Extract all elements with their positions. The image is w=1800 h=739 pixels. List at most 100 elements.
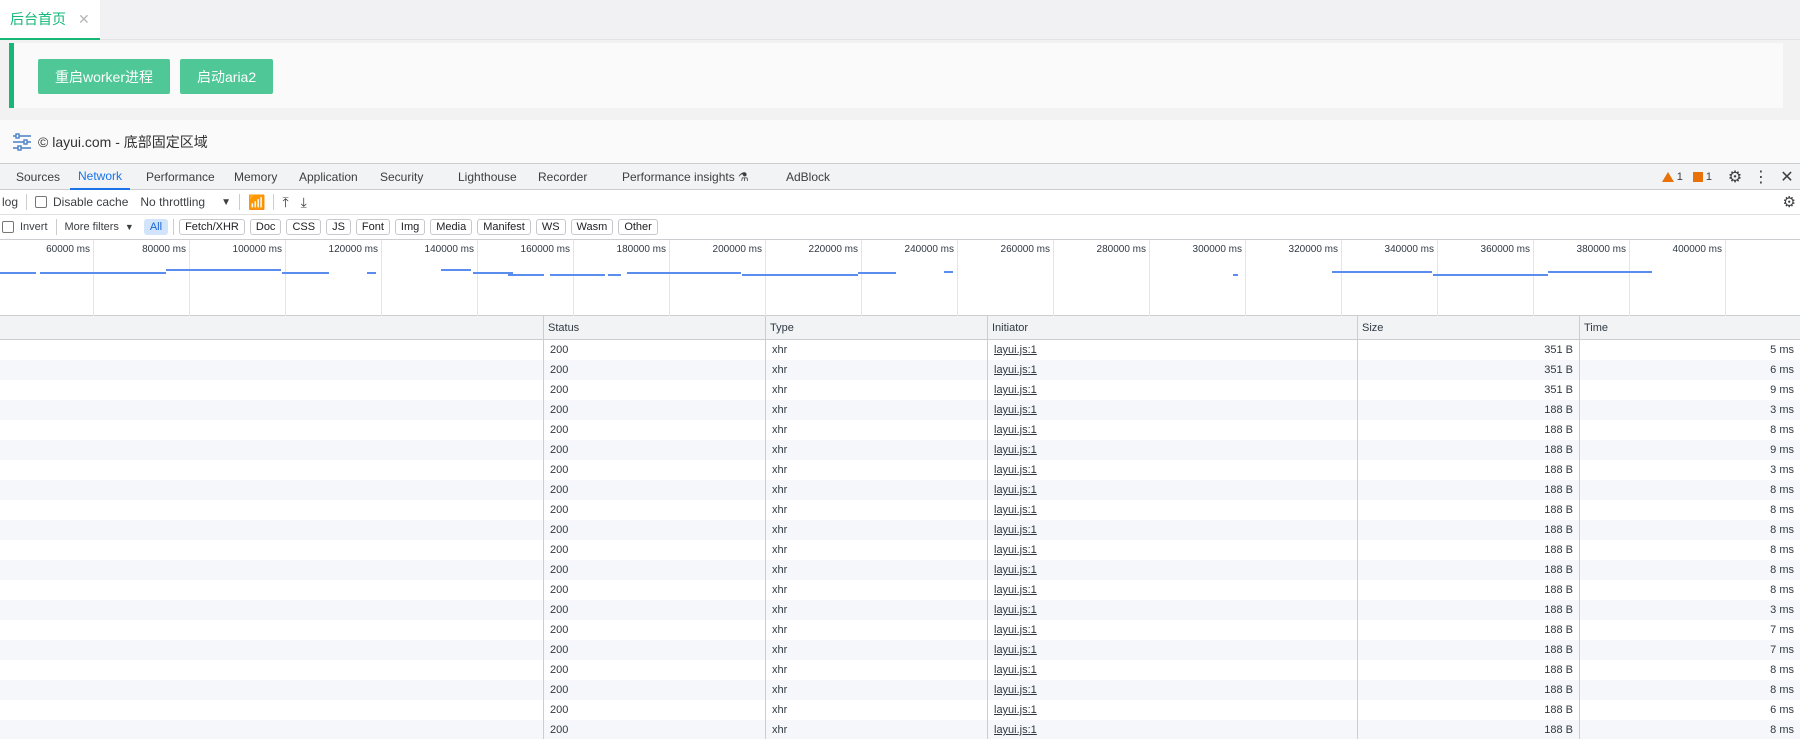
- filter-chip-css[interactable]: CSS: [286, 219, 322, 235]
- cell-initiator[interactable]: layui.js:1: [990, 520, 1190, 540]
- filter-chip-fetch-xhr[interactable]: Fetch/XHR: [179, 219, 245, 235]
- warning-badge[interactable]: 1: [1661, 171, 1683, 183]
- filter-chip-all[interactable]: All: [143, 219, 169, 235]
- filter-chip-ws[interactable]: WS: [535, 219, 566, 235]
- table-row[interactable]: 200 xhr layui.js:1 351 B 5 ms: [0, 340, 1800, 360]
- cell-initiator[interactable]: layui.js:1: [990, 640, 1190, 660]
- table-row[interactable]: 200 xhr layui.js:1 188 B 9 ms: [0, 440, 1800, 460]
- cell-initiator[interactable]: layui.js:1: [990, 720, 1190, 739]
- cell-initiator[interactable]: layui.js:1: [990, 380, 1190, 400]
- cell-initiator[interactable]: layui.js:1: [990, 560, 1190, 580]
- gear-icon[interactable]: ⚙: [1783, 193, 1796, 211]
- restart-worker-button[interactable]: 重启worker进程: [38, 59, 171, 94]
- wifi-settings-icon[interactable]: 📶: [248, 194, 265, 211]
- column-header-type[interactable]: Type: [765, 316, 987, 340]
- table-row[interactable]: 200 xhr layui.js:1 188 B 8 ms: [0, 480, 1800, 500]
- column-header-time[interactable]: Time: [1579, 316, 1800, 340]
- tab-performance-insights[interactable]: Performance insights ⚗: [614, 164, 757, 190]
- tab-performance[interactable]: Performance: [138, 164, 223, 190]
- button-panel: 重启worker进程 启动aria2: [9, 43, 1783, 108]
- filter-chip-other[interactable]: Other: [618, 219, 658, 235]
- filter-chip-js[interactable]: JS: [326, 219, 351, 235]
- table-row[interactable]: 200 xhr layui.js:1 188 B 6 ms: [0, 700, 1800, 720]
- timeline-request-bar: [40, 272, 166, 274]
- filter-chip-wasm[interactable]: Wasm: [570, 219, 614, 235]
- table-row[interactable]: 200 xhr layui.js:1 188 B 8 ms: [0, 560, 1800, 580]
- upload-icon[interactable]: ⤒: [282, 194, 288, 211]
- cell-initiator[interactable]: layui.js:1: [990, 600, 1190, 620]
- filter-chip-manifest[interactable]: Manifest: [477, 219, 531, 235]
- table-row[interactable]: 200 xhr layui.js:1 188 B 8 ms: [0, 540, 1800, 560]
- table-row[interactable]: 200 xhr layui.js:1 188 B 8 ms: [0, 680, 1800, 700]
- timeline-tick-label: 160000 ms: [520, 244, 570, 255]
- cell-status: 200: [550, 684, 569, 696]
- table-row[interactable]: 200 xhr layui.js:1 188 B 8 ms: [0, 580, 1800, 600]
- cell-size: 188 B: [1544, 604, 1573, 616]
- close-icon[interactable]: ✕: [1774, 164, 1800, 190]
- gear-icon[interactable]: ⚙: [1722, 164, 1748, 190]
- timeline-tick-label: 220000 ms: [808, 244, 858, 255]
- table-row[interactable]: 200 xhr layui.js:1 188 B 3 ms: [0, 600, 1800, 620]
- tab-sources[interactable]: Sources: [8, 164, 68, 190]
- table-row[interactable]: 200 xhr layui.js:1 188 B 8 ms: [0, 520, 1800, 540]
- tab-recorder[interactable]: Recorder: [530, 164, 595, 190]
- table-row[interactable]: 200 xhr layui.js:1 188 B 8 ms: [0, 720, 1800, 739]
- divider: [173, 219, 175, 235]
- tab-network[interactable]: Network: [70, 164, 131, 190]
- cell-initiator[interactable]: layui.js:1: [990, 500, 1190, 520]
- tab-lighthouse[interactable]: Lighthouse: [450, 164, 525, 190]
- throttling-select[interactable]: No throttling: [140, 195, 205, 209]
- cell-time: 5 ms: [1770, 344, 1794, 356]
- network-overview-timeline[interactable]: 60000 ms 80000 ms 100000 ms 120000 ms 140000…: [0, 240, 1800, 316]
- column-header-status[interactable]: Status: [543, 316, 765, 340]
- invert-checkbox[interactable]: [2, 221, 14, 233]
- cell-initiator[interactable]: layui.js:1: [990, 680, 1190, 700]
- column-header-initiator[interactable]: Initiator: [987, 316, 1357, 340]
- download-icon[interactable]: ⤓: [301, 194, 307, 211]
- filter-chip-img[interactable]: Img: [394, 219, 426, 235]
- filter-chip-font[interactable]: Font: [355, 219, 390, 235]
- cell-initiator[interactable]: layui.js:1: [990, 400, 1190, 420]
- table-row[interactable]: 200 xhr layui.js:1 188 B 8 ms: [0, 500, 1800, 520]
- filter-chip-doc[interactable]: Doc: [249, 219, 282, 235]
- tab-security[interactable]: Security: [372, 164, 431, 190]
- cell-initiator[interactable]: layui.js:1: [990, 440, 1190, 460]
- disable-cache-checkbox[interactable]: [35, 196, 48, 208]
- cell-initiator[interactable]: layui.js:1: [990, 580, 1190, 600]
- cell-initiator[interactable]: layui.js:1: [990, 700, 1190, 720]
- cell-type: xhr: [772, 604, 788, 616]
- tab-home[interactable]: 后台首页 ✕: [0, 0, 100, 40]
- more-filters-dropdown[interactable]: More filters: [65, 221, 119, 233]
- more-vertical-icon[interactable]: ⋮: [1748, 164, 1774, 190]
- cell-type: xhr: [772, 624, 788, 636]
- table-row[interactable]: 200 xhr layui.js:1 188 B 8 ms: [0, 420, 1800, 440]
- start-aria2-button[interactable]: 启动aria2: [180, 59, 274, 94]
- cell-initiator[interactable]: layui.js:1: [990, 420, 1190, 440]
- cell-initiator[interactable]: layui.js:1: [990, 360, 1190, 380]
- table-row[interactable]: 200 xhr layui.js:1 188 B 7 ms: [0, 640, 1800, 660]
- filter-chip-media[interactable]: Media: [430, 219, 473, 235]
- sliders-icon[interactable]: [12, 132, 32, 152]
- tab-application[interactable]: Application: [291, 164, 366, 190]
- cell-initiator[interactable]: layui.js:1: [990, 340, 1190, 360]
- cell-initiator[interactable]: layui.js:1: [990, 460, 1190, 480]
- table-row[interactable]: 200 xhr layui.js:1 188 B 3 ms: [0, 400, 1800, 420]
- tab-memory[interactable]: Memory: [226, 164, 285, 190]
- app-footer: © layui.com - 底部固定区域: [0, 120, 1800, 163]
- timeline-tick-label: 80000 ms: [142, 244, 186, 255]
- cell-initiator[interactable]: layui.js:1: [990, 660, 1190, 680]
- column-header-size[interactable]: Size: [1357, 316, 1579, 340]
- timeline-gridline: [1245, 240, 1246, 316]
- cell-initiator[interactable]: layui.js:1: [990, 540, 1190, 560]
- tab-adblock[interactable]: AdBlock: [778, 164, 838, 190]
- table-row[interactable]: 200 xhr layui.js:1 188 B 7 ms: [0, 620, 1800, 640]
- table-row[interactable]: 200 xhr layui.js:1 351 B 9 ms: [0, 380, 1800, 400]
- cell-initiator[interactable]: layui.js:1: [990, 620, 1190, 640]
- table-row[interactable]: 200 xhr layui.js:1 188 B 8 ms: [0, 660, 1800, 680]
- table-row[interactable]: 200 xhr layui.js:1 351 B 6 ms: [0, 360, 1800, 380]
- issue-badge[interactable]: 1: [1692, 171, 1712, 183]
- table-row[interactable]: 200 xhr layui.js:1 188 B 3 ms: [0, 460, 1800, 480]
- close-icon[interactable]: ✕: [78, 11, 90, 28]
- timeline-tick-label: 380000 ms: [1576, 244, 1626, 255]
- cell-initiator[interactable]: layui.js:1: [990, 480, 1190, 500]
